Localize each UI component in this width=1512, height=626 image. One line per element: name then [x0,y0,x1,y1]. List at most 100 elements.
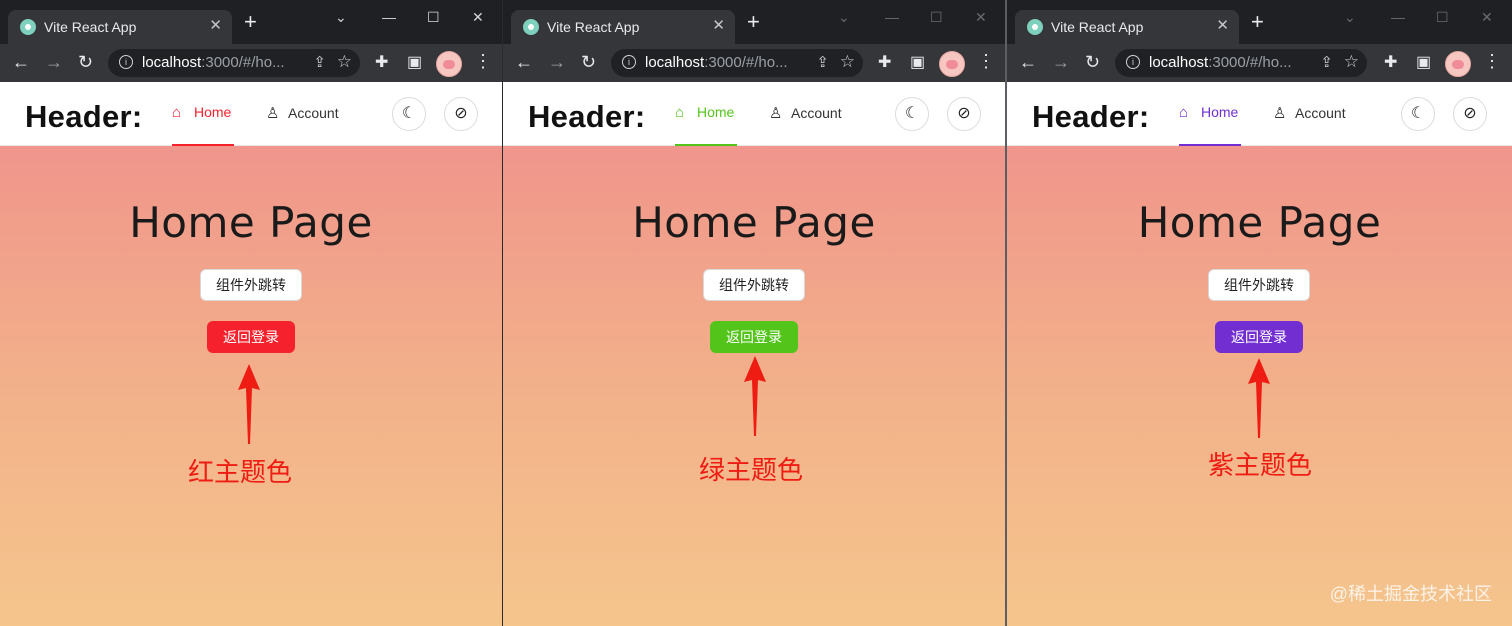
moon-icon[interactable]: ☾ [392,97,426,131]
app-header: Header: ⌂ Home ♙ Account ☾ ⊘ [1007,82,1512,146]
reload-icon[interactable]: ↻ [1085,51,1100,73]
chevron-down-icon[interactable]: ⌄ [838,9,850,26]
side-panel-icon[interactable]: ▣ [407,52,422,72]
palette-off-icon[interactable]: ⊘ [947,97,981,131]
green-annotation-label: 绿主题色 [699,455,804,485]
close-icon[interactable]: ✕ [712,16,725,34]
maximize-icon[interactable]: ☐ [930,9,943,26]
moon-icon[interactable]: ☾ [895,97,929,131]
share-icon[interactable]: ⇪ [816,53,829,71]
address-bar[interactable]: i localhost:3000/#/ho... ⇪ ☆ [108,49,360,77]
jump-outside-button[interactable]: 组件外跳转 [1208,269,1310,301]
arrow-right-icon[interactable]: → [45,51,63,73]
minimize-icon[interactable]: — [885,9,899,25]
user-icon: ♙ [1273,105,1287,122]
app-header: Header: ⌂ Home ♙ Account ☾ ⊘ [503,82,1005,146]
avatar[interactable] [939,51,965,77]
nav-account[interactable]: ♙ Account [1273,104,1353,144]
nav-home-label: Home [194,104,232,120]
arrow-left-icon[interactable]: ← [515,51,533,73]
minimize-icon[interactable]: — [382,9,396,25]
puzzle-icon[interactable]: ✚ [1384,52,1397,72]
arrow-right-icon[interactable]: → [1052,51,1070,73]
nav-home[interactable]: ⌂ Home [675,104,737,146]
puzzle-icon[interactable]: ✚ [375,52,388,72]
minimize-icon[interactable]: — [1391,9,1405,25]
close-window-icon[interactable]: ✕ [1481,9,1493,26]
close-icon[interactable]: ✕ [1216,16,1229,34]
tab-title: Vite React App [44,19,137,35]
app-header: Header: ⌂ Home ♙ Account ☾ ⊘ [0,82,502,146]
page-title: Home Page [1137,198,1382,247]
avatar[interactable] [436,51,462,77]
watermark: @稀土掘金技术社区 [1329,584,1492,604]
browser-window-purple: Vite React App ✕ + ⌄ — ☐ ✕ ← → ↻ i local… [1007,0,1512,626]
user-icon: ♙ [266,105,280,122]
purple-annotation-label: 紫主题色 [1208,450,1313,480]
reload-icon[interactable]: ↻ [581,51,596,73]
info-icon[interactable]: i [119,55,133,69]
kebab-menu-icon[interactable]: ⋮ [977,51,995,72]
maximize-icon[interactable]: ☐ [1436,9,1449,26]
info-icon[interactable]: i [1126,55,1140,69]
nav-home[interactable]: ⌂ Home [1179,104,1241,146]
chevron-down-icon[interactable]: ⌄ [1344,9,1356,26]
header-title: Header: [25,99,143,134]
title-bar: Vite React App ✕ + ⌄ — ☐ ✕ [0,0,502,44]
page-content: Header: ⌂ Home ♙ Account ☾ ⊘ Home Page 组件外… [503,82,1005,626]
palette-off-icon[interactable]: ⊘ [1453,97,1487,131]
address-bar[interactable]: i localhost:3000/#/ho... ⇪ ☆ [1115,49,1367,77]
browser-tab[interactable]: Vite React App ✕ [511,10,735,44]
star-icon[interactable]: ☆ [840,52,855,72]
nav-account[interactable]: ♙ Account [266,104,346,144]
share-icon[interactable]: ⇪ [313,53,326,71]
star-icon[interactable]: ☆ [337,52,352,72]
back-to-login-button[interactable]: 返回登录 [1215,321,1303,353]
nav-account-label: Account [1295,105,1346,121]
nav-home[interactable]: ⌂ Home [172,104,234,146]
nav-account[interactable]: ♙ Account [769,104,849,144]
share-icon[interactable]: ⇪ [1320,53,1333,71]
tab-title: Vite React App [1051,19,1144,35]
close-window-icon[interactable]: ✕ [472,9,484,26]
red-annotation-arrow [238,364,260,444]
side-panel-icon[interactable]: ▣ [910,52,925,72]
browser-window-red: Vite React App ✕ + ⌄ — ☐ ✕ ← → ↻ i local… [0,0,502,626]
close-window-icon[interactable]: ✕ [975,9,987,26]
jump-outside-button[interactable]: 组件外跳转 [703,269,805,301]
url-text: localhost:3000/#/ho... [142,54,285,71]
jump-outside-button[interactable]: 组件外跳转 [200,269,302,301]
address-bar[interactable]: i localhost:3000/#/ho... ⇪ ☆ [611,49,863,77]
title-bar: Vite React App ✕ + ⌄ — ☐ ✕ [503,0,1005,44]
moon-icon[interactable]: ☾ [1401,97,1435,131]
close-icon[interactable]: ✕ [209,16,222,34]
browser-tab[interactable]: Vite React App ✕ [8,10,232,44]
plus-icon[interactable]: + [1251,11,1264,33]
avatar[interactable] [1445,51,1471,77]
nav-account-label: Account [288,105,339,121]
arrow-left-icon[interactable]: ← [1019,51,1037,73]
arrow-right-icon[interactable]: → [548,51,566,73]
chevron-down-icon[interactable]: ⌄ [335,9,347,26]
star-icon[interactable]: ☆ [1344,52,1359,72]
nav-home-label: Home [1201,104,1239,120]
info-icon[interactable]: i [622,55,636,69]
plus-icon[interactable]: + [244,11,257,33]
browser-tab[interactable]: Vite React App ✕ [1015,10,1239,44]
plus-icon[interactable]: + [747,11,760,33]
reload-icon[interactable]: ↻ [78,51,93,73]
url-text: localhost:3000/#/ho... [645,54,788,71]
kebab-menu-icon[interactable]: ⋮ [474,51,492,72]
side-panel-icon[interactable]: ▣ [1416,52,1431,72]
page-content: Header: ⌂ Home ♙ Account ☾ ⊘ Home Page 组件外… [0,82,502,626]
browser-toolbar: ← → ↻ i localhost:3000/#/ho... ⇪ ☆ ✚ ▣ ⋮ [0,44,502,82]
header-title: Header: [1032,99,1150,134]
maximize-icon[interactable]: ☐ [427,9,440,26]
arrow-left-icon[interactable]: ← [12,51,30,73]
puzzle-icon[interactable]: ✚ [878,52,891,72]
back-to-login-button[interactable]: 返回登录 [207,321,295,353]
header-title: Header: [528,99,646,134]
kebab-menu-icon[interactable]: ⋮ [1483,51,1501,72]
back-to-login-button[interactable]: 返回登录 [710,321,798,353]
palette-off-icon[interactable]: ⊘ [444,97,478,131]
